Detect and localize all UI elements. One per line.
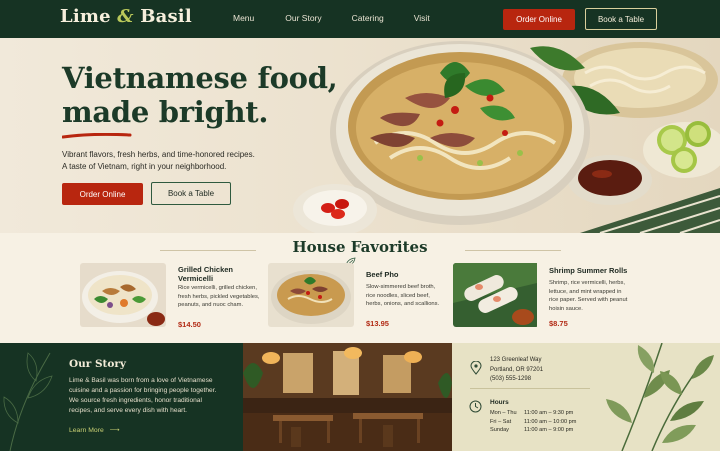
our-story-section: Our Story Lime & Basil was born from a l… [0, 343, 243, 451]
info-divider [470, 388, 590, 389]
shrimp-rolls-photo [453, 263, 537, 327]
learn-more-link[interactable]: Learn More ⟶ [69, 426, 119, 434]
nav-links: Menu Our Story Catering Visit [233, 13, 430, 23]
basil-plant-illustration [606, 343, 714, 451]
learn-more-label: Learn More [69, 427, 104, 434]
address: 123 Greenleaf Way Portland, OR 97201 (50… [490, 356, 543, 385]
address-line: Portland, OR 97201 [490, 366, 544, 373]
story-text-line: recipes, and serve every dish with heart… [69, 407, 188, 414]
brand-name-part1: Lime [60, 6, 111, 27]
card-desc-line: rice noodles, sliced beef, [366, 292, 430, 299]
grilled-chicken-photo [80, 263, 166, 327]
story-text-line: cuisine and a passion for bringing peopl… [69, 387, 217, 394]
hours-time: 11:00 am – 10:00 pm [524, 418, 577, 425]
brand-logo[interactable]: Lime & Basil [60, 6, 192, 27]
card-desc-line: Slow-simmered beef broth, [366, 284, 436, 290]
hero-headline-line2: made bright. [62, 95, 269, 129]
card-desc-line: Shrimp, rice vermicelli, herbs, [549, 280, 626, 286]
hours-days: Sunday [490, 427, 509, 433]
nav-link-visit[interactable]: Visit [414, 13, 430, 23]
location-pin-icon [470, 361, 482, 375]
nav-link-menu[interactable]: Menu [233, 13, 254, 23]
card-price: $13.95 [366, 319, 389, 328]
visit-info-section: 123 Greenleaf Way Portland, OR 97201 (50… [452, 343, 720, 451]
hours-row: Mon – Thu 11:00 am – 9:30 pm [490, 409, 576, 418]
hours-row: Fri – Sat 11:00 am – 10:00 pm [490, 418, 576, 427]
card-desc-line: hoisin sauce. [549, 305, 583, 312]
card-description: Slow-simmered beef broth, rice noodles, … [366, 283, 439, 309]
red-brush-swash [62, 133, 132, 139]
story-title: Our Story [69, 358, 127, 370]
card-desc-line: lettuce, and mint wrapped in [549, 288, 622, 295]
divider-right [465, 250, 561, 251]
brand-name-part2: Basil [140, 6, 192, 27]
brand-ampersand: & [117, 6, 134, 27]
card-price: $14.50 [178, 320, 201, 329]
nav-link-our-story[interactable]: Our Story [285, 13, 321, 23]
card-name-line1: Grilled Chicken [178, 265, 234, 274]
card-name-line1: Beef Pho [366, 270, 399, 279]
nav-order-online-button[interactable]: Order Online [503, 9, 575, 30]
hours-title: Hours [490, 399, 509, 406]
hours-time: 11:00 am – 9:00 pm [524, 427, 574, 433]
card-description: Shrimp, rice vermicelli, herbs, lettuce,… [549, 279, 627, 313]
hero-subtitle-line2: A taste of Vietnam, right in your neighb… [62, 162, 227, 171]
address-line: 123 Greenleaf Way [490, 357, 542, 363]
card-description: Rice vermicelli, grilled chicken, fresh … [178, 284, 260, 310]
hero-headline: Vietnamese food, made bright. [62, 61, 338, 129]
hours-table: Mon – Thu 11:00 am – 9:30 pm Fri – Sat 11:… [490, 409, 576, 435]
hours-days: Mon – Thu [490, 410, 517, 416]
card-price: $8.75 [549, 319, 568, 328]
hero-headline-line1: Vietnamese food, [62, 61, 338, 95]
hero-section: Vietnamese food, made bright. Vibrant fl… [0, 38, 720, 233]
clock-icon [469, 400, 482, 413]
nav-book-table-button[interactable]: Book a Table [585, 8, 657, 30]
hero-subtitle-line1: Vibrant flavors, fresh herbs, and time-h… [62, 150, 255, 159]
card-name-line2: Vermicelli [178, 274, 214, 283]
top-nav: Lime & Basil Menu Our Story Catering Vis… [0, 0, 720, 38]
beef-pho-photo [268, 263, 354, 327]
card-desc-line: rice paper. Served with peanut [549, 297, 628, 303]
story-text-line: Lime & Basil was born from a love of Vie… [69, 377, 213, 384]
hero-book-table-button[interactable]: Book a Table [151, 182, 231, 205]
hero-subtitle: Vibrant flavors, fresh herbs, and time-h… [62, 149, 255, 173]
story-text-line: We source fresh ingredients, honor tradi… [69, 397, 202, 404]
house-favorites-section: House Favorites Grilled Chicken Vermicel… [0, 233, 720, 343]
arrow-right-icon: ⟶ [109, 427, 120, 434]
story-text: Lime & Basil was born from a love of Vie… [69, 376, 216, 416]
phone-number[interactable]: (503) 555-1298 [490, 375, 543, 385]
hero-food-illustration [293, 41, 720, 233]
nav-link-catering[interactable]: Catering [352, 13, 384, 23]
card-desc-line: peanuts, and nuoc cham. [178, 302, 244, 308]
hero-order-online-button[interactable]: Order Online [62, 183, 143, 205]
restaurant-interior-photo [243, 343, 452, 451]
card-desc-line: Rice vermicelli, grilled chicken, [178, 285, 257, 291]
hours-row: Sunday 11:00 am – 9:00 pm [490, 426, 576, 435]
hours-time: 11:00 am – 9:30 pm [524, 410, 574, 416]
card-name-line1: Shrimp Summer Rolls [549, 266, 628, 275]
card-desc-line: herbs, onions, and scallions. [366, 301, 440, 307]
hours-days: Fri – Sat [490, 418, 512, 425]
favorites-title: House Favorites [292, 238, 428, 256]
card-desc-line: fresh herbs, pickled vegetables, [178, 293, 260, 300]
leaf-line-art [3, 352, 53, 451]
